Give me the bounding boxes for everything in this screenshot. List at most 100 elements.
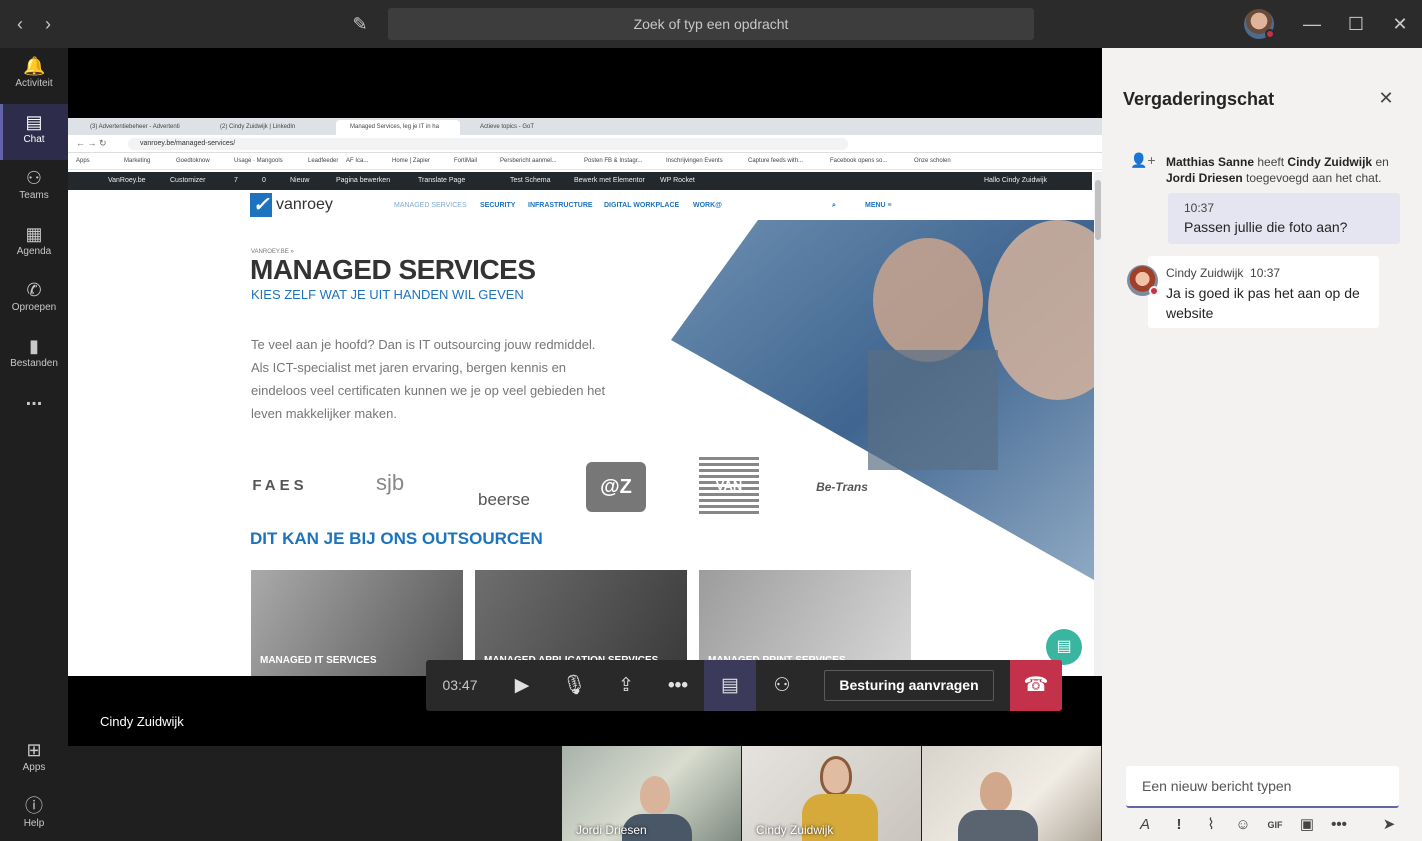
more-compose-icon[interactable]: ••• <box>1328 814 1350 836</box>
rail-item-teams[interactable]: ⚇ Teams <box>0 160 68 216</box>
back-icon[interactable]: ‹ <box>8 12 32 36</box>
browser-nav-icon[interactable]: ← → ↻ <box>76 138 107 149</box>
client-logo: Be-Trans <box>816 480 868 494</box>
rail-item-activiteit[interactable]: 🔔 Activiteit <box>0 48 68 104</box>
bookmark[interactable]: Facebook opens so... <box>830 158 887 164</box>
send-icon[interactable]: ➤ <box>1378 814 1400 836</box>
wp-item[interactable]: WP Rocket <box>660 177 695 184</box>
forward-icon[interactable]: › <box>36 12 60 36</box>
chat-icon: ▤ <box>25 112 43 132</box>
attach-icon[interactable]: ⌇ <box>1200 814 1222 836</box>
microphone-icon[interactable]: 🎙 <box>548 660 600 711</box>
share-screen-icon[interactable]: ⇪ <box>600 660 652 711</box>
message-input[interactable] <box>1142 778 1382 794</box>
compose-box[interactable] <box>1126 766 1399 808</box>
maximize-icon[interactable]: ☐ <box>1344 12 1368 36</box>
shared-screen: (3) Advertentiebeheer - Advertenti (2) C… <box>68 118 1102 676</box>
bookmark[interactable]: Leadfeeder <box>308 158 338 164</box>
presenter-name: Cindy Zuidwijk <box>100 714 184 729</box>
bookmark[interactable]: Home | Zapier <box>392 158 430 164</box>
participant-body <box>958 810 1038 841</box>
close-chat-icon[interactable]: ✕ <box>1374 86 1398 110</box>
site-search-icon[interactable]: ⌕ <box>832 202 836 210</box>
participant-strip: Jordi Driesen Cindy Zuidwijk <box>68 746 1102 841</box>
sticker-icon[interactable]: ▣ <box>1296 814 1318 836</box>
scroll-thumb[interactable] <box>1095 180 1101 240</box>
participant-tile[interactable]: Jordi Driesen <box>562 746 741 841</box>
compose-toolbar: A ! ⌇ ☺ GIF ▣ ••• ➤ <box>1126 814 1406 838</box>
browser-tab-active[interactable]: Managed Services, leg je IT in ha <box>336 120 460 135</box>
wp-item[interactable]: Hallo Cindy Zuidwijk <box>984 177 1047 184</box>
more-apps-button[interactable]: ... <box>0 388 68 444</box>
browser-tab[interactable]: (3) Advertentiebeheer - Advertenti <box>76 120 200 135</box>
wp-item[interactable]: VanRoey.be <box>108 177 146 184</box>
rail-item-oproepen[interactable]: ✆ Oproepen <box>0 272 68 328</box>
bookmark[interactable]: Capture feeds with... <box>748 158 803 164</box>
app-rail: 🔔 Activiteit ▤ Chat ⚇ Teams ▦ Agenda ✆ Oproep… <box>0 48 68 841</box>
rail-label: Chat <box>23 134 45 145</box>
wp-item[interactable]: Translate Page <box>418 177 465 184</box>
rail-item-chat[interactable]: ▤ Chat <box>0 104 68 160</box>
browser-tab[interactable]: (2) Cindy Zuidwijk | LinkedIn <box>206 120 330 135</box>
bookmark[interactable]: Marketing <box>124 158 150 164</box>
rail-item-help[interactable]: ⓘ Help <box>0 788 68 841</box>
wp-item[interactable]: Bewerk met Elementor <box>574 177 645 184</box>
bookmark[interactable]: Goedtoknow <box>176 158 210 164</box>
format-icon[interactable]: A <box>1134 814 1156 836</box>
participants-icon[interactable]: ⚇ <box>756 660 808 711</box>
title-bar: ‹ › ✎ Zoek of typ een opdracht — ☐ ✕ <box>0 0 1422 48</box>
page-scrollbar[interactable] <box>1094 172 1102 676</box>
new-chat-icon[interactable]: ✎ <box>348 12 372 36</box>
bookmark[interactable]: FortiMail <box>454 158 477 164</box>
bookmark[interactable]: AF Ica... <box>346 158 368 164</box>
bookmark[interactable]: Onze scholen <box>914 158 951 164</box>
bookmark[interactable]: Usage · Mangools <box>234 158 283 164</box>
call-controls: 03:47 ▶ 🎙 ⇪ ••• ▤ ⚇ Besturing aanvragen … <box>426 660 1062 711</box>
bookmark[interactable]: Apps <box>76 158 90 164</box>
browser-tab[interactable]: Actieve topics - GoT <box>466 120 590 135</box>
client-logo: VAN ROEY <box>699 457 759 551</box>
important-icon[interactable]: ! <box>1168 814 1190 836</box>
bookmark[interactable]: Posten FB & Instagr... <box>584 158 642 164</box>
minimize-icon[interactable]: — <box>1300 12 1324 36</box>
wp-item[interactable]: 0 <box>262 177 266 184</box>
message-time: 10:37 <box>1250 266 1281 280</box>
nav-menu[interactable]: MENU ≡ <box>865 202 892 209</box>
message-header: Cindy Zuidwijk 10:37 <box>1166 266 1280 280</box>
url-field[interactable]: vanroey.be/managed-services/ <box>128 138 848 150</box>
service-card-title: MANAGED IT SERVICES <box>260 655 377 666</box>
chat-message[interactable]: Cindy Zuidwijk 10:37 Ja is goed ik pas h… <box>1148 256 1379 328</box>
hang-up-icon[interactable]: ☎ <box>1010 660 1062 711</box>
chat-message-own[interactable]: 10:37 Passen jullie die foto aan? <box>1168 193 1400 244</box>
search-input[interactable]: Zoek of typ een opdracht <box>388 8 1034 40</box>
wp-item[interactable]: Test Schema <box>510 177 550 184</box>
wp-item[interactable]: Customizer <box>170 177 205 184</box>
wp-item[interactable]: Pagina bewerken <box>336 177 390 184</box>
nav-link[interactable]: SECURITY <box>480 202 515 209</box>
participant-face <box>640 776 670 814</box>
rail-item-agenda[interactable]: ▦ Agenda <box>0 216 68 272</box>
nav-link[interactable]: MANAGED SERVICES <box>394 202 467 209</box>
request-control-button[interactable]: Besturing aanvragen <box>824 670 994 701</box>
bookmark[interactable]: Persbericht aanmel... <box>500 158 557 164</box>
gif-icon[interactable]: GIF <box>1264 814 1286 836</box>
participant-tile[interactable] <box>922 746 1101 841</box>
more-options-icon[interactable]: ••• <box>652 660 704 711</box>
call-timer: 03:47 <box>442 677 478 693</box>
wp-item[interactable]: Nieuw <box>290 177 309 184</box>
nav-link[interactable]: INFRASTRUCTURE <box>528 202 593 209</box>
nav-link[interactable]: WORK@ <box>693 202 722 209</box>
participant-tile[interactable]: Cindy Zuidwijk <box>742 746 921 841</box>
close-window-icon[interactable]: ✕ <box>1388 12 1412 36</box>
bookmark[interactable]: Inschrijvingen Events <box>666 158 723 164</box>
wp-item[interactable]: 7 <box>234 177 238 184</box>
chat-toggle-icon[interactable]: ▤ <box>704 660 756 711</box>
browser-tabs: (3) Advertentiebeheer - Advertenti (2) C… <box>68 118 1102 135</box>
nav-link[interactable]: DIGITAL WORKPLACE <box>604 202 679 209</box>
person-face <box>873 238 983 362</box>
rail-item-apps[interactable]: ⊞ Apps <box>0 732 68 788</box>
website-content: ✓ vanroey MANAGED SERVICES SECURITY INFR… <box>68 190 1094 676</box>
rail-item-bestanden[interactable]: ▮ Bestanden <box>0 328 68 384</box>
camera-icon[interactable]: ▶ <box>496 660 548 711</box>
emoji-icon[interactable]: ☺ <box>1232 814 1254 836</box>
